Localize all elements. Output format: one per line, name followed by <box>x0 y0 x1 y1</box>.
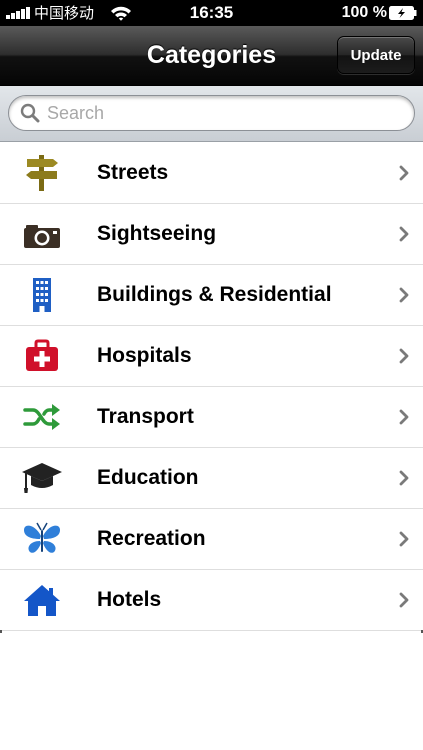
search-icon <box>20 103 40 123</box>
navigation-bar: Categories Update <box>0 26 423 86</box>
battery-charging-icon <box>389 6 417 20</box>
chevron-right-icon <box>399 165 409 181</box>
category-label: Streets <box>97 161 169 184</box>
category-row-hospitals[interactable]: Hospitals <box>0 326 423 387</box>
category-row-hotels[interactable]: Hotels <box>0 570 423 631</box>
category-list: Streets Sightseeing Buildings & Resident… <box>0 143 423 631</box>
first-aid-kit-icon <box>26 339 58 371</box>
building-icon <box>33 278 51 312</box>
camera-icon <box>24 225 60 248</box>
chevron-right-icon <box>399 531 409 547</box>
shuffle-arrows-icon <box>23 404 60 430</box>
category-row-buildings-residential[interactable]: Buildings & Residential <box>0 265 423 326</box>
house-icon <box>24 585 60 616</box>
category-row-transport[interactable]: Transport <box>0 387 423 448</box>
search-bar <box>0 86 423 142</box>
butterfly-icon <box>24 522 60 553</box>
chevron-right-icon <box>399 592 409 608</box>
category-label: Recreation <box>97 527 206 550</box>
chevron-right-icon <box>399 470 409 486</box>
category-label: Buildings & Residential <box>97 283 332 306</box>
battery-percentage: 100 % <box>341 4 387 21</box>
graduation-cap-icon <box>22 463 62 493</box>
category-label: Hospitals <box>97 344 192 367</box>
chevron-right-icon <box>399 226 409 242</box>
chevron-right-icon <box>399 348 409 364</box>
signpost-icon <box>26 155 58 191</box>
category-row-recreation[interactable]: Recreation <box>0 509 423 570</box>
category-row-sightseeing[interactable]: Sightseeing <box>0 204 423 265</box>
search-input[interactable] <box>47 96 397 130</box>
search-field[interactable] <box>8 95 415 131</box>
category-row-streets[interactable]: Streets <box>0 143 423 204</box>
category-label: Hotels <box>97 588 162 611</box>
list-edge-mark <box>0 630 2 633</box>
update-button[interactable]: Update <box>337 36 415 74</box>
chevron-right-icon <box>399 409 409 425</box>
category-label: Transport <box>97 405 194 428</box>
status-bar: 中国移动 16:35 100 % <box>0 0 423 26</box>
category-row-education[interactable]: Education <box>0 448 423 509</box>
chevron-right-icon <box>399 287 409 303</box>
category-label: Education <box>97 466 199 489</box>
category-label: Sightseeing <box>97 222 217 245</box>
